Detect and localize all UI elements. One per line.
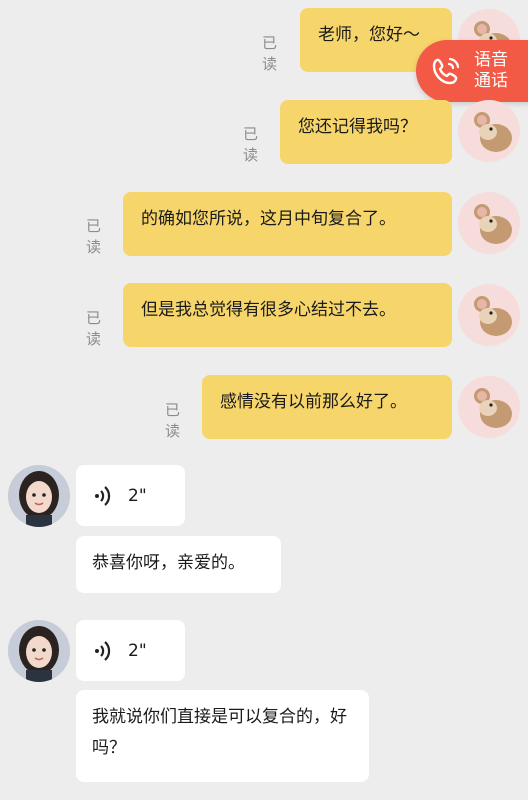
message-bubble[interactable]: 您还记得我吗？ [280,100,452,164]
read-status: 已读 [165,401,181,440]
read-status: 已读 [86,309,102,348]
voice-duration: 2" [128,640,147,661]
read-status: 已读 [262,34,278,73]
voice-wave-icon [95,485,111,506]
mouse-cartoon-icon [458,284,520,346]
message-bubble[interactable]: 我就说你们直接是可以复合的，好吗？ [76,690,369,782]
mouse-cartoon-icon [458,100,520,162]
message-bubble[interactable]: 感情没有以前那么好了。 [202,375,452,439]
voice-message[interactable]: 2" [76,465,185,526]
contact-avatar[interactable] [8,620,70,682]
girl-portrait-icon [8,465,70,527]
voice-wave-icon [95,640,111,661]
voice-call-button[interactable]: 语音 通话 [416,40,528,102]
voice-duration: 2" [128,485,147,506]
user-avatar[interactable] [458,284,520,346]
voice-message[interactable]: 2" [76,620,185,681]
message-bubble[interactable]: 的确如您所说，这月中旬复合了。 [123,192,452,256]
phone-icon [432,57,460,85]
read-status: 已读 [243,125,259,164]
user-avatar[interactable] [458,376,520,438]
contact-avatar[interactable] [8,465,70,527]
user-avatar[interactable] [458,100,520,162]
girl-portrait-icon [8,620,70,682]
message-bubble[interactable]: 恭喜你呀，亲爱的。 [76,536,281,593]
mouse-cartoon-icon [458,376,520,438]
read-status: 已读 [86,217,102,256]
message-bubble[interactable]: 但是我总觉得有很多心结过不去。 [123,283,452,347]
mouse-cartoon-icon [458,192,520,254]
voice-call-label: 语音 通话 [474,49,508,91]
user-avatar[interactable] [458,192,520,254]
